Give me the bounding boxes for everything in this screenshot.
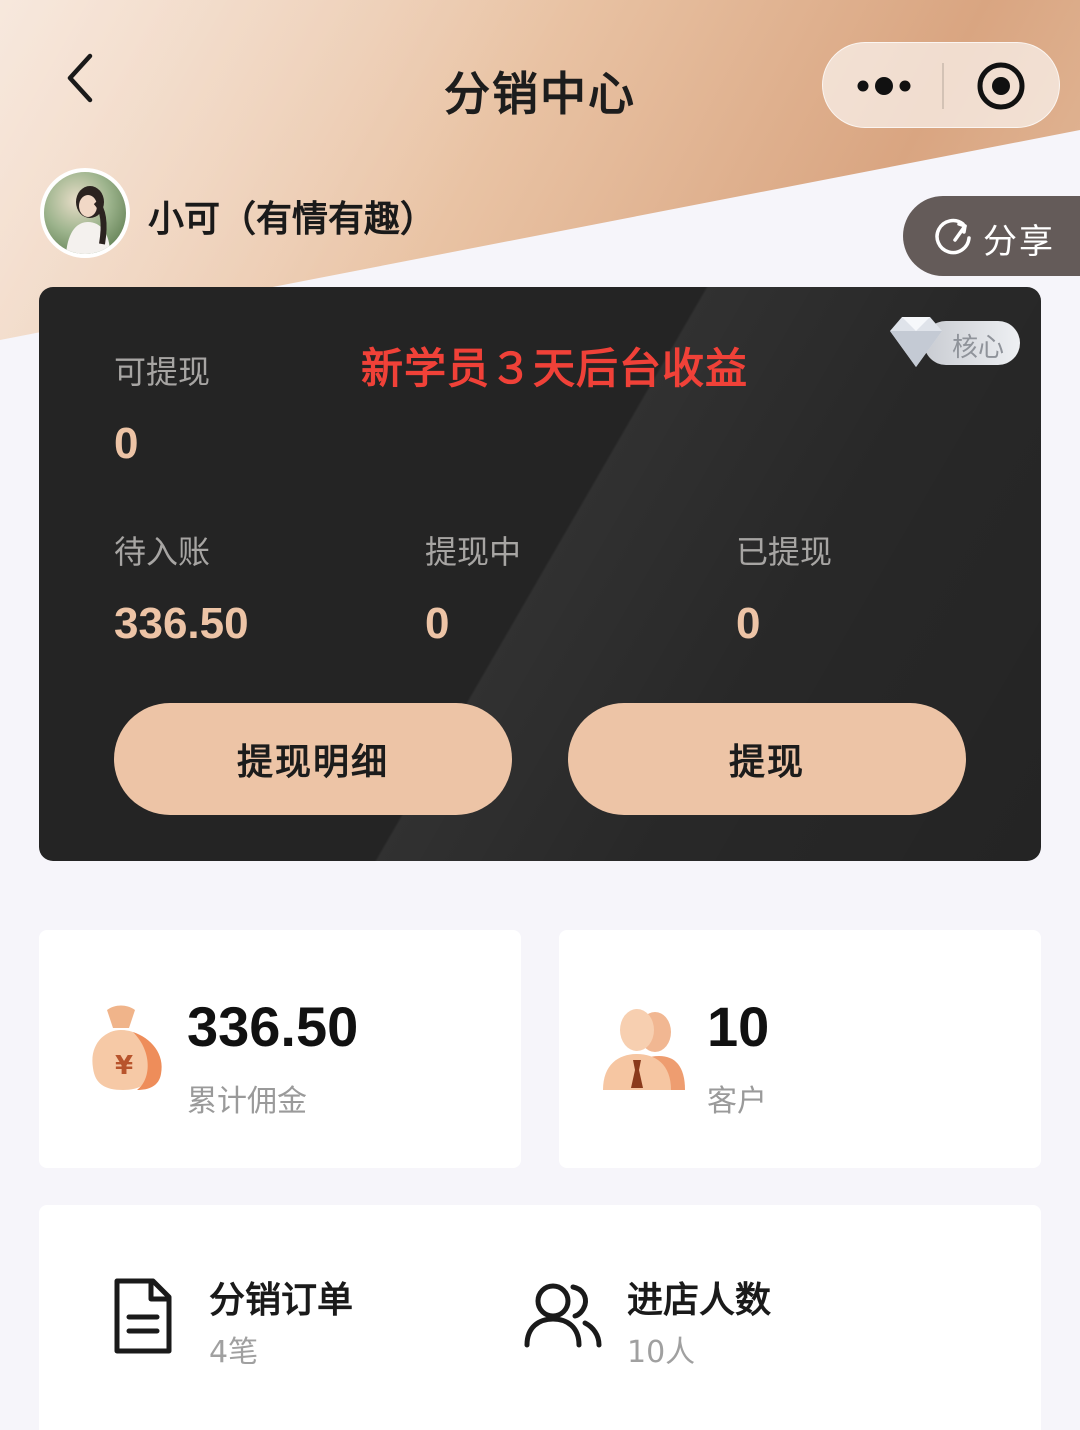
capsule-divider	[942, 63, 944, 109]
customers-label: 客户	[707, 1084, 767, 1119]
withdrawn-value: 0	[736, 599, 761, 648]
target-circle-icon[interactable]	[976, 61, 1026, 111]
processing-label: 提现中	[425, 533, 522, 571]
user-name: 小可（有情有趣）	[148, 199, 437, 240]
orders-count: 4笔	[209, 1335, 259, 1370]
orders-title: 分销订单	[209, 1280, 354, 1321]
page-title: 分销中心	[444, 67, 636, 121]
commission-value: 336.50	[187, 995, 359, 1058]
withdraw-button[interactable]: 提现	[568, 703, 966, 815]
share-label: 分享	[983, 222, 1055, 262]
visitors-count: 10人	[627, 1335, 696, 1370]
share-icon	[935, 218, 971, 255]
more-dots-icon[interactable]	[857, 73, 911, 99]
chevron-left-icon	[67, 53, 93, 103]
badge-label: 核心	[952, 333, 1005, 363]
promo-banner-text: 新学员３天后台收益	[361, 344, 749, 393]
back-button[interactable]	[60, 52, 104, 104]
processing-value: 0	[425, 599, 450, 648]
commission-card[interactable]: ¥ 336.50 累计佣金	[39, 930, 521, 1168]
document-icon	[114, 1278, 172, 1354]
level-badge: 核心	[884, 317, 1022, 369]
withdrawable-value: 0	[114, 419, 139, 468]
diamond-icon	[890, 317, 942, 367]
withdrawable-label: 可提现	[114, 353, 211, 391]
avatar[interactable]	[40, 168, 130, 258]
money-bag-icon: ¥	[92, 1005, 162, 1090]
menu-card: 分销订单 4笔 进店人数 10人	[39, 1205, 1041, 1430]
mini-program-capsule	[822, 42, 1060, 128]
users-icon	[524, 1283, 602, 1348]
withdrawn-label: 已提现	[736, 533, 833, 571]
pending-value: 336.50	[114, 599, 249, 648]
share-button[interactable]: 分享	[903, 196, 1080, 276]
visitors-title: 进店人数	[627, 1280, 772, 1321]
withdraw-detail-button[interactable]: 提现明细	[114, 703, 512, 815]
commission-label: 累计佣金	[187, 1084, 307, 1119]
customers-card[interactable]: 10 客户	[559, 930, 1041, 1168]
balance-card: 可提现 新学员３天后台收益 核心 0 待入账 提现中 已提现 336.50 0 …	[39, 287, 1041, 861]
pending-label: 待入账	[114, 533, 211, 571]
customers-icon	[603, 1009, 685, 1090]
customers-value: 10	[707, 995, 770, 1058]
svg-text:¥: ¥	[115, 1051, 133, 1081]
